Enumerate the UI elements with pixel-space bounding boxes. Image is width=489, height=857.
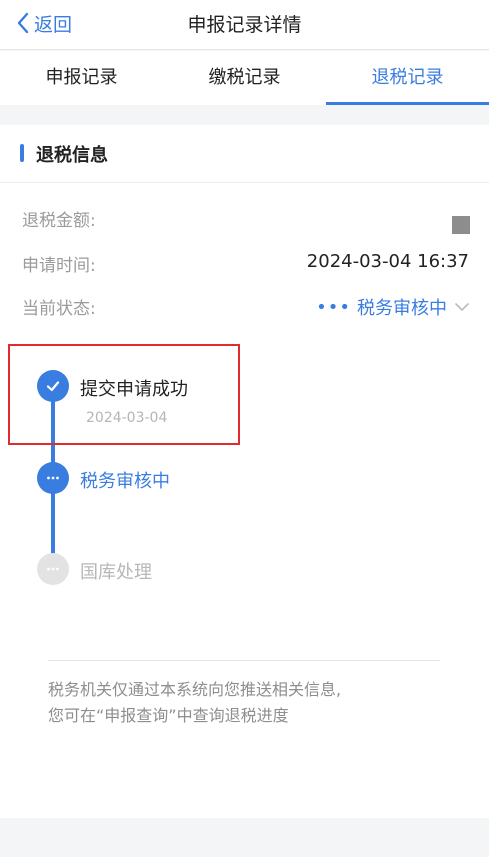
step-active-node (37, 462, 69, 494)
refund-amount-label: 退税金额: (22, 211, 96, 231)
current-status-label: 当前状态: (22, 299, 96, 319)
redacted-amount-block (452, 216, 470, 234)
tab-bar: 申报记录 缴税记录 退税记录 (0, 51, 489, 105)
refund-info-card: 退税信息 退税金额: 申请时间: 2024-03-04 16:37 当前状态: … (0, 125, 489, 818)
apply-time-value: 2024-03-04 16:37 (306, 251, 469, 272)
ellipsis-icon (47, 567, 59, 571)
step-title-reviewing: 税务审核中 (80, 471, 170, 492)
status-dropdown[interactable]: ••• 税务审核中 (316, 294, 469, 320)
notice-line-1: 税务机关仅通过本系统向您推送相关信息, (48, 680, 342, 699)
section-accent-bar (20, 144, 24, 162)
step-pending-node (37, 553, 69, 585)
page-title: 申报记录详情 (187, 14, 302, 36)
current-status-row: 当前状态: ••• 税务审核中 (0, 294, 489, 324)
section-header: 退税信息 (0, 125, 489, 183)
tab-refund-records[interactable]: 退税记录 (326, 51, 489, 105)
status-value: 税务审核中 (357, 298, 447, 319)
section-title: 退税信息 (36, 145, 108, 166)
tab-payment-records[interactable]: 缴税记录 (163, 51, 326, 105)
notice-line-2: 您可在“申报查询”中查询退税进度 (48, 706, 289, 725)
notice-text: 税务机关仅通过本系统向您推送相关信息, 您可在“申报查询”中查询退税进度 (48, 677, 448, 729)
navigation-bar: 返回 申报记录详情 (0, 0, 489, 50)
refund-amount-row: 退税金额: (0, 206, 489, 236)
step-title-treasury: 国库处理 (80, 562, 152, 583)
ellipsis-icon (47, 476, 59, 480)
apply-time-row: 申请时间: 2024-03-04 16:37 (0, 251, 489, 281)
chevron-down-icon (455, 303, 469, 311)
tab-declaration-records[interactable]: 申报记录 (0, 51, 163, 105)
more-dots-icon: ••• (316, 296, 351, 318)
apply-time-label: 申请时间: (22, 256, 96, 276)
highlight-annotation-box (8, 344, 240, 445)
divider (48, 660, 440, 661)
